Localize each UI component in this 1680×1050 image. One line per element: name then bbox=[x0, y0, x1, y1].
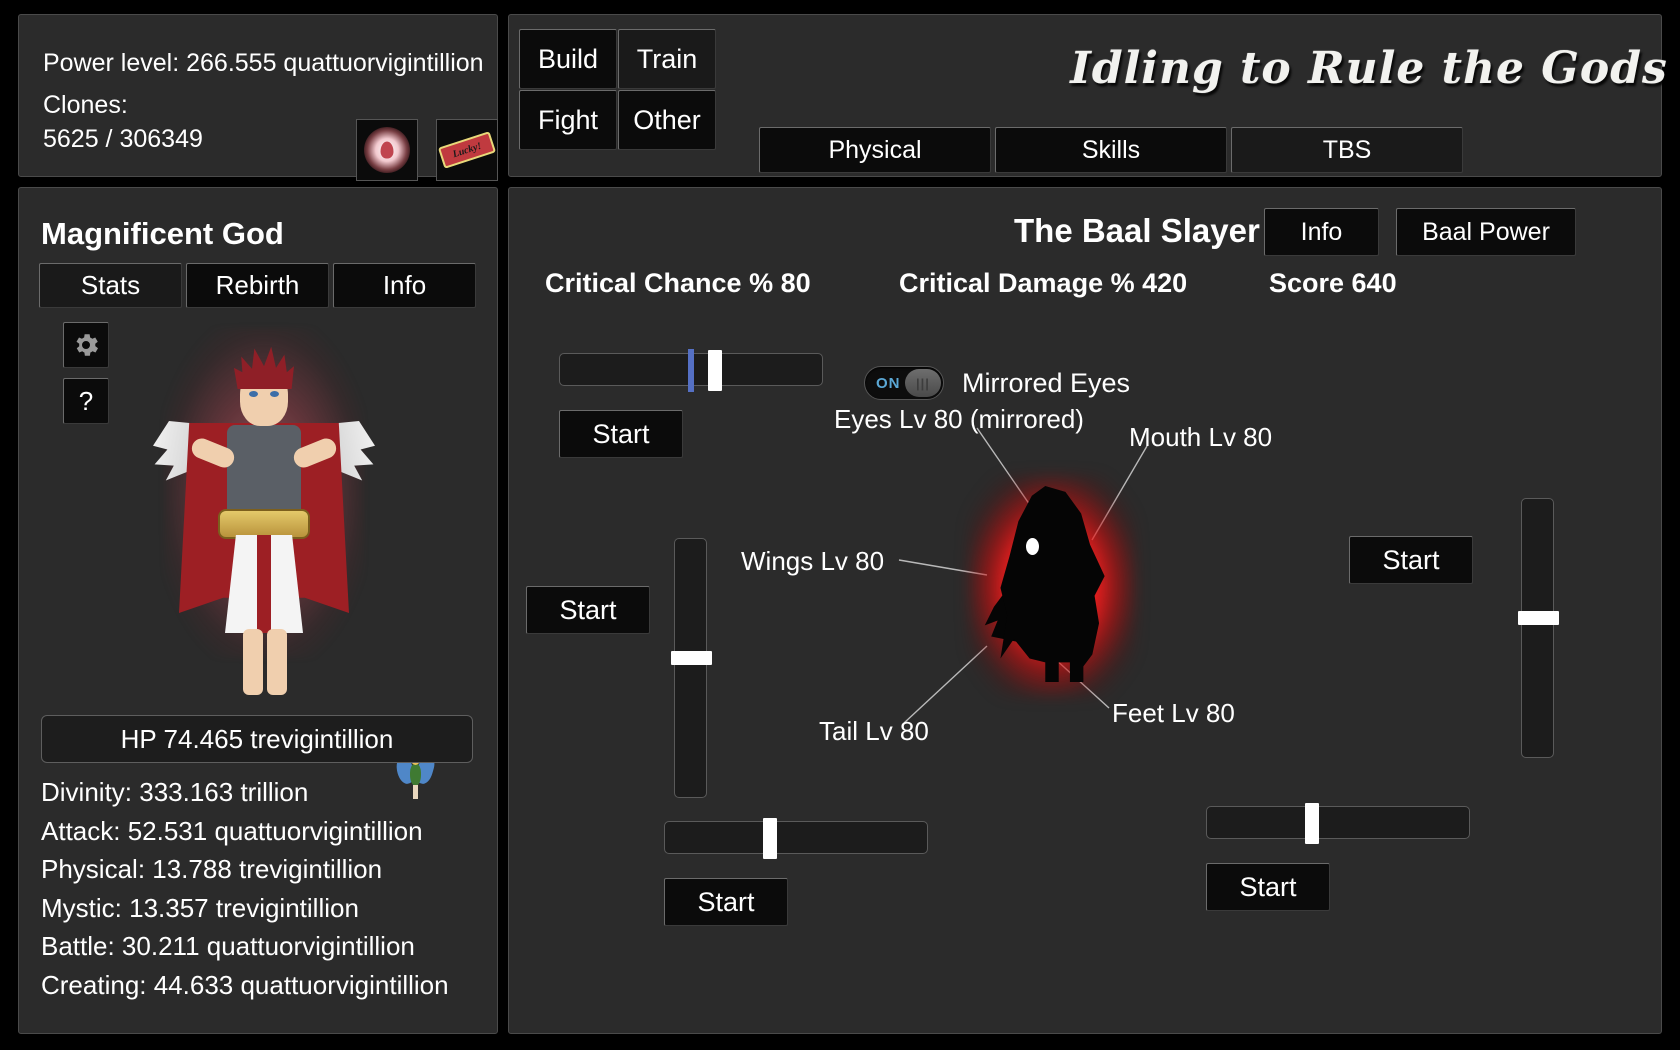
boss-info-button[interactable]: Info bbox=[1264, 208, 1379, 256]
orb-flame-shape bbox=[380, 141, 394, 159]
skirt-fold-shape bbox=[257, 535, 271, 633]
stat-physical: Physical: 13.788 trevigintillion bbox=[41, 854, 383, 884]
tab-rebirth[interactable]: Rebirth bbox=[186, 263, 329, 308]
main-content-panel: The Baal Slayer Info Baal Power Critical… bbox=[508, 187, 1662, 1034]
character-panel: Magnificent God Stats Rebirth Info ? HP … bbox=[18, 187, 498, 1034]
label-feet: Feet Lv 80 bbox=[1112, 698, 1235, 728]
stat-battle: Battle: 30.211 quattuorvigintillion bbox=[41, 931, 415, 961]
character-tab-row: Stats Rebirth Info bbox=[39, 263, 476, 308]
baal-creature[interactable] bbox=[968, 475, 1136, 697]
tail-slider[interactable] bbox=[664, 818, 928, 859]
eye-right-shape bbox=[270, 391, 279, 397]
mirrored-eyes-toggle-state: ON bbox=[876, 374, 901, 392]
nav-fight-button[interactable]: Fight bbox=[519, 90, 617, 150]
hp-bar: HP 74.465 trevigintillion bbox=[41, 715, 473, 763]
stat-divinity: Divinity: 333.163 trillion bbox=[41, 777, 309, 807]
feet-slider[interactable] bbox=[1206, 803, 1470, 844]
nav-other-button[interactable]: Other bbox=[618, 90, 716, 150]
mouth-slider[interactable] bbox=[1518, 498, 1559, 758]
game-title: Idling to Rule the Gods bbox=[1070, 43, 1668, 94]
mirrored-eyes-toggle[interactable]: ON ||| bbox=[864, 366, 944, 400]
tab-skills[interactable]: Skills bbox=[995, 127, 1227, 173]
torso-shape bbox=[227, 425, 301, 517]
tab-physical[interactable]: Physical bbox=[759, 127, 991, 173]
orb-icon[interactable] bbox=[356, 119, 418, 181]
tail-start-button[interactable]: Start bbox=[664, 878, 788, 926]
feet-start-button[interactable]: Start bbox=[1206, 863, 1330, 911]
mirrored-eyes-label: Mirrored Eyes bbox=[962, 367, 1131, 398]
settings-button[interactable] bbox=[63, 322, 109, 368]
label-wings: Wings Lv 80 bbox=[741, 546, 885, 576]
eyes-slider-thumb[interactable] bbox=[708, 350, 722, 391]
stat-mystic: Mystic: 13.357 trevigintillion bbox=[41, 892, 359, 923]
mirrored-eyes-toggle-knob: ||| bbox=[905, 369, 941, 397]
feet-slider-thumb[interactable] bbox=[1305, 803, 1319, 844]
game-window: Power level: 266.555 quattuorvigintillio… bbox=[0, 0, 1680, 1050]
baal-eye-shape bbox=[1026, 538, 1039, 555]
tab-tbs[interactable]: TBS bbox=[1231, 127, 1463, 173]
stat-list: Divinity: 333.163 trillion Attack: 52.53… bbox=[41, 773, 489, 1004]
nav-build-button[interactable]: Build bbox=[519, 29, 617, 89]
main-tab-row: Physical Skills TBS bbox=[759, 127, 1463, 173]
tab-stats[interactable]: Stats bbox=[39, 263, 182, 308]
gear-icon bbox=[76, 334, 98, 356]
character-name: Magnificent God bbox=[41, 216, 284, 251]
label-mouth: Mouth Lv 80 bbox=[1129, 422, 1273, 452]
critical-damage-stat: Critical Damage % 420 bbox=[899, 268, 1188, 298]
stat-creating: Creating: 44.633 quattuorvigintillion bbox=[41, 969, 449, 1000]
eye-left-shape bbox=[249, 391, 258, 397]
mouth-slider-thumb[interactable] bbox=[1518, 611, 1559, 625]
critical-chance-stat: Critical Chance % 80 bbox=[545, 268, 811, 298]
help-button[interactable]: ? bbox=[63, 378, 109, 424]
power-level-text: Power level: 266.555 quattuorvigintillio… bbox=[43, 49, 484, 77]
leg-right-shape bbox=[267, 629, 287, 695]
wings-slider-thumb[interactable] bbox=[671, 651, 712, 665]
wings-slider[interactable] bbox=[671, 538, 712, 798]
tab-info[interactable]: Info bbox=[333, 263, 476, 308]
god-avatar bbox=[139, 313, 389, 695]
mirrored-eyes-control: ON ||| Mirrored Eyes bbox=[864, 366, 1130, 400]
wings-start-button[interactable]: Start bbox=[526, 586, 650, 634]
eyes-slider-target bbox=[688, 349, 694, 392]
boss-title: The Baal Slayer bbox=[1014, 212, 1260, 249]
score-stat: Score 640 bbox=[1269, 268, 1397, 298]
label-tail: Tail Lv 80 bbox=[819, 716, 929, 746]
status-panel: Power level: 266.555 quattuorvigintillio… bbox=[18, 14, 498, 181]
eyes-slider[interactable] bbox=[559, 349, 823, 392]
nav-train-button[interactable]: Train bbox=[618, 29, 716, 89]
eyes-start-button[interactable]: Start bbox=[559, 410, 683, 458]
mouth-start-button[interactable]: Start bbox=[1349, 536, 1473, 584]
lucky-ticket-icon[interactable]: Lucky! bbox=[436, 119, 498, 181]
clones-label: Clones: bbox=[43, 91, 128, 119]
leg-left-shape bbox=[243, 629, 263, 695]
label-eyes: Eyes Lv 80 (mirrored) bbox=[834, 404, 1084, 434]
navigation-panel: Build Train Fight Other Idling to Rule t… bbox=[508, 14, 1667, 177]
lucky-ticket-shape: Lucky! bbox=[437, 131, 497, 169]
baal-power-button[interactable]: Baal Power bbox=[1396, 208, 1576, 256]
tail-slider-thumb[interactable] bbox=[763, 818, 777, 859]
stat-attack: Attack: 52.531 quattuorvigintillion bbox=[41, 815, 423, 846]
clones-value: 5625 / 306349 bbox=[43, 125, 203, 153]
